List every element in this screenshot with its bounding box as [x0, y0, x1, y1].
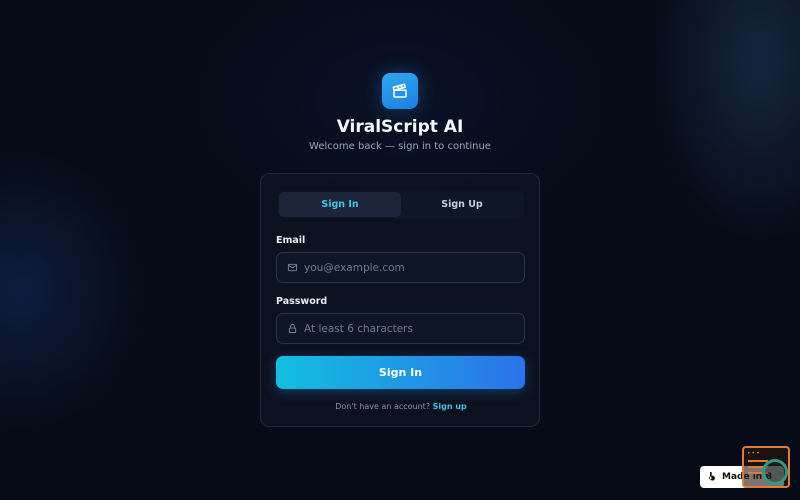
- bolt-logo-icon: [708, 472, 717, 482]
- app-logo: [382, 73, 418, 109]
- mail-icon: [286, 262, 298, 274]
- clapperboard-icon: [392, 83, 407, 98]
- password-field-wrapper[interactable]: [276, 313, 525, 344]
- sign-up-link[interactable]: Sign up: [433, 402, 467, 411]
- tab-sign-in[interactable]: Sign In: [279, 192, 401, 217]
- password-input[interactable]: [304, 322, 524, 335]
- sign-in-button[interactable]: Sign In: [276, 356, 525, 389]
- lock-icon: [286, 323, 298, 335]
- password-label: Password: [276, 296, 328, 307]
- email-label: Email: [276, 235, 306, 246]
- magnifier-icon[interactable]: [762, 459, 788, 485]
- widget-dots-icon: •••: [747, 450, 761, 457]
- signup-prompt-text: Don't have an account?: [335, 402, 431, 411]
- auth-card: Sign In Sign Up Email Password Sign In D…: [260, 173, 540, 427]
- email-field-wrapper[interactable]: [276, 252, 525, 283]
- email-input[interactable]: [304, 261, 524, 274]
- tab-sign-up[interactable]: Sign Up: [401, 192, 523, 217]
- page-title: ViralScript AI: [336, 117, 464, 137]
- page-subtitle: Welcome back — sign in to continue: [309, 141, 491, 152]
- auth-tabs: Sign In Sign Up: [278, 191, 524, 218]
- signup-prompt: Don't have an account? Sign up: [261, 402, 541, 411]
